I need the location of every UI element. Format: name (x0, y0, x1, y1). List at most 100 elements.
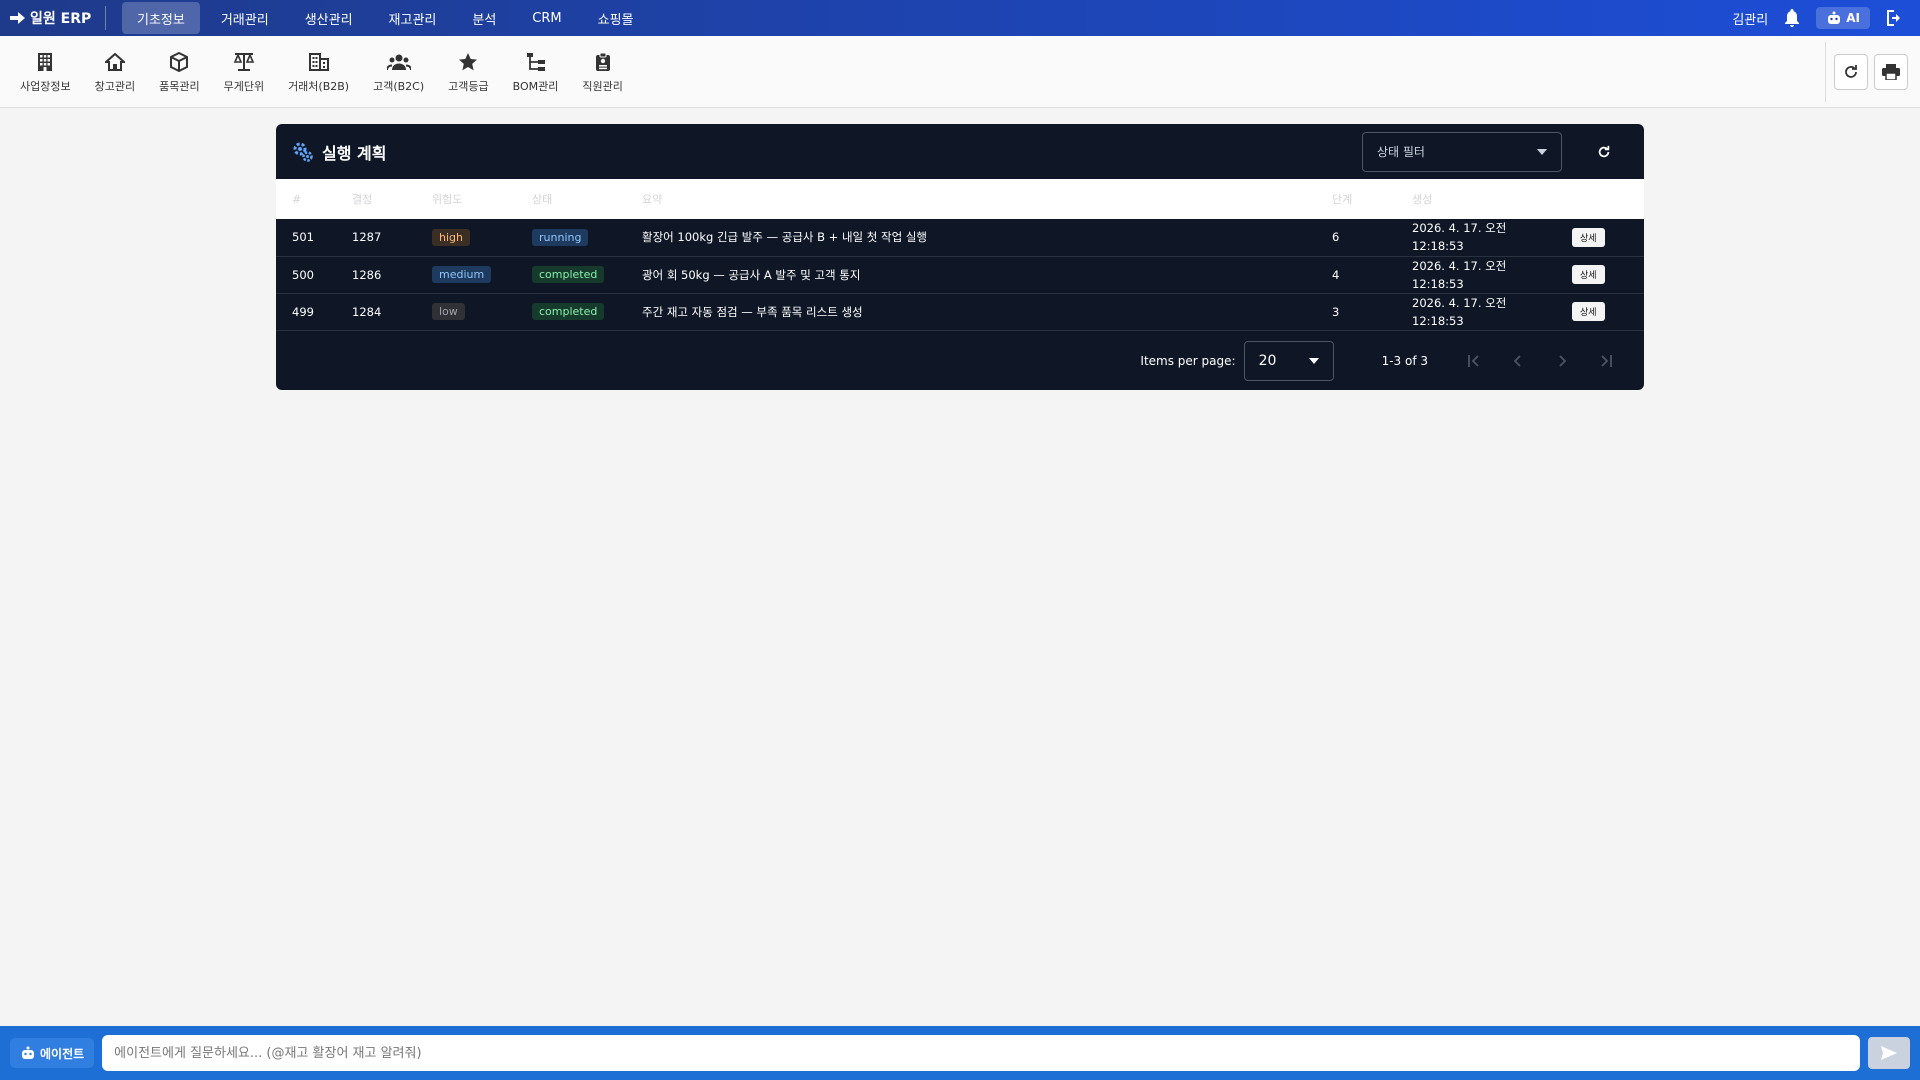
nav-crm[interactable]: CRM (517, 2, 576, 34)
status-badge: completed (532, 303, 605, 320)
brand-name: 일원 ERP (30, 11, 92, 27)
last-page-icon (1601, 354, 1612, 367)
risk-badge: low (432, 303, 465, 320)
cell-created: 2026. 4. 17. 오전 12:18:53 (1396, 293, 1556, 330)
notifications-button[interactable] (1778, 4, 1806, 32)
agent-button-label: 에이전트 (40, 1046, 85, 1061)
last-page-button[interactable] (1584, 341, 1628, 381)
nav-inventory[interactable]: 재고관리 (374, 2, 452, 34)
col-actions (1556, 179, 1644, 219)
box-icon (167, 50, 191, 74)
risk-badge: high (432, 228, 470, 246)
nav-basic-info[interactable]: 기초정보 (122, 2, 200, 34)
print-button[interactable] (1874, 53, 1908, 90)
col-decision[interactable]: 결정 (336, 179, 416, 219)
toolbar-business-info[interactable]: 사업장정보 (8, 40, 83, 104)
agent-chat-bar: 에이전트 (0, 1026, 1920, 1080)
nav-transactions[interactable]: 거래관리 (206, 2, 284, 34)
risk-badge: medium (432, 266, 492, 283)
brand-divider (105, 6, 106, 30)
created-time: 12:18:53 (1412, 276, 1464, 291)
logout-icon (1887, 10, 1900, 26)
building-icon (33, 50, 57, 74)
table-header-row: # 결정 위험도 상태 요약 단계 생성 (276, 179, 1644, 219)
cell-summary: 주간 재고 자동 점검 — 부족 품목 리스트 생성 (642, 304, 863, 319)
toolbar-b2b-partners[interactable]: 거래처(B2B) (276, 40, 361, 104)
ai-button[interactable]: AI (1816, 7, 1870, 29)
cell-steps: 4 (1332, 267, 1340, 282)
cell-actions: 상세 (1556, 256, 1644, 293)
cell-actions: 상세 (1556, 293, 1644, 330)
caret-down-icon (1537, 148, 1547, 155)
send-icon (1881, 1046, 1897, 1060)
brand-logo[interactable]: 일원 ERP (0, 8, 105, 28)
panel-refresh-button[interactable] (1584, 132, 1624, 172)
cell-steps: 3 (1332, 304, 1340, 319)
toolbar-label: 품목관리 (159, 79, 200, 93)
nav-analysis[interactable]: 분석 (457, 2, 511, 34)
next-page-button[interactable] (1540, 341, 1584, 381)
cell-steps: 6 (1332, 230, 1340, 245)
robot-icon (1828, 11, 1841, 24)
nav-shop[interactable]: 쇼핑몰 (583, 2, 649, 34)
items-per-page-select[interactable]: 20 (1243, 340, 1334, 381)
refresh-icon (1598, 145, 1610, 157)
user-name[interactable]: 김관리 (1732, 9, 1768, 28)
panel-header: 실행 계획 상태 필터 (276, 124, 1644, 179)
refresh-icon (1845, 64, 1857, 78)
status-badge: completed (532, 266, 605, 283)
created-date: 2026. 4. 17. 오전 (1412, 258, 1507, 273)
prev-page-button[interactable] (1496, 341, 1540, 381)
chevron-left-icon (1513, 354, 1521, 367)
bell-icon (1785, 9, 1800, 27)
paginator: Items per page: 20 1-3 of 3 (276, 331, 1644, 391)
company-icon (307, 50, 331, 74)
top-navbar: 일원 ERP 기초정보 거래관리 생산관리 재고관리 분석 CRM 쇼핑몰 김관… (0, 0, 1920, 36)
send-button[interactable] (1868, 1037, 1910, 1069)
created-time: 12:18:53 (1412, 313, 1464, 328)
page-refresh-button[interactable] (1834, 53, 1868, 90)
col-steps[interactable]: 단계 (1316, 179, 1396, 219)
cell-id: 501 (292, 230, 314, 245)
toolbar-label: BOM관리 (512, 79, 559, 93)
status-filter-select[interactable]: 상태 필터 (1362, 131, 1562, 172)
col-id[interactable]: # (276, 179, 336, 219)
col-risk[interactable]: 위험도 (416, 179, 516, 219)
chevron-right-icon (1559, 354, 1567, 367)
agent-button[interactable]: 에이전트 (10, 1038, 95, 1068)
printer-icon (1882, 63, 1900, 80)
toolbar-warehouse[interactable]: 창고관리 (83, 40, 147, 104)
detail-button[interactable]: 상세 (1572, 227, 1605, 247)
logout-button[interactable] (1880, 4, 1908, 32)
col-created[interactable]: 생성 (1396, 179, 1556, 219)
cell-id: 499 (292, 304, 314, 319)
cell-status: running (516, 219, 626, 256)
toolbar-b2c-customers[interactable]: 고객(B2C) (361, 40, 436, 104)
items-per-page-label: Items per page: (1140, 353, 1236, 368)
detail-button[interactable]: 상세 (1572, 265, 1605, 284)
detail-button[interactable]: 상세 (1572, 302, 1605, 321)
agent-query-input[interactable] (102, 1035, 1860, 1071)
toolbar-label: 고객(B2C) (373, 79, 425, 93)
status-filter-placeholder: 상태 필터 (1377, 145, 1425, 159)
col-summary[interactable]: 요약 (626, 179, 1316, 219)
toolbar-label: 창고관리 (94, 79, 136, 93)
toolbar-items[interactable]: 품목관리 (147, 40, 211, 104)
cell-decision: 1286 (352, 267, 382, 282)
execution-plan-table: # 결정 위험도 상태 요약 단계 생성 501 1287 high runni… (276, 179, 1644, 331)
table-row[interactable]: 501 1287 high running 활장어 100kg 긴급 발주 — … (276, 219, 1644, 256)
cell-id: 500 (292, 267, 314, 282)
panel-title: 실행 계획 (322, 143, 387, 163)
page-range: 1-3 of 3 (1381, 353, 1428, 368)
cell-decision: 1284 (352, 304, 382, 319)
table-row[interactable]: 500 1286 medium completed 광어 회 50kg — 공급… (276, 256, 1644, 293)
toolbar-weight-unit[interactable]: 무게단위 (212, 40, 276, 104)
nav-production[interactable]: 생산관리 (290, 2, 368, 34)
toolbar-customer-grade[interactable]: 고객등급 (436, 40, 500, 104)
toolbar-employees[interactable]: 직원관리 (570, 40, 634, 104)
table-row[interactable]: 499 1284 low completed 주간 재고 자동 점검 — 부족 … (276, 293, 1644, 330)
toolbar-bom[interactable]: BOM관리 (501, 40, 571, 104)
scale-icon (232, 50, 256, 74)
col-status[interactable]: 상태 (516, 179, 626, 219)
first-page-button[interactable] (1452, 341, 1496, 381)
